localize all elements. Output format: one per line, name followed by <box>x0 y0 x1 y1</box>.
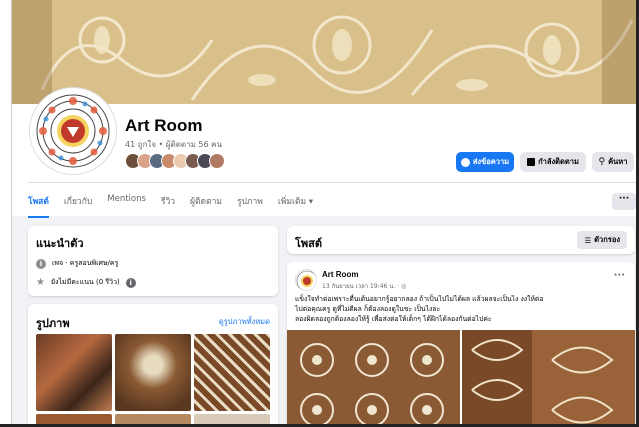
follower-avatars[interactable] <box>125 153 225 171</box>
tab-photos[interactable]: รูปภาพ <box>237 192 263 218</box>
mandala-logo-icon <box>34 92 112 170</box>
page-avatar[interactable] <box>30 88 116 174</box>
photo-thumbnail[interactable] <box>36 334 112 411</box>
tab-mentions[interactable]: Mentions <box>107 192 146 218</box>
post-image[interactable] <box>287 330 460 427</box>
post-image[interactable] <box>462 330 635 427</box>
see-all-photos-link[interactable]: ดูรูปภาพทั้งหมด <box>219 316 270 328</box>
info-icon[interactable]: i <box>125 277 136 288</box>
info-icon: i <box>36 258 46 269</box>
search-button-label: ค้นหา <box>608 157 628 166</box>
post-text-line: ลองผิดลองถูกต้องลองให้รู้ เพื่อส่งต่อให้… <box>295 315 492 323</box>
window-frame-left <box>0 0 12 427</box>
header-divider <box>28 182 636 183</box>
filter-button[interactable]: ☰ ตัวกรอง <box>577 231 627 249</box>
intro-category-row: i เพจ · ครูสอนพิเศษ/ครู <box>36 258 118 269</box>
tab-reviews[interactable]: รีวิว <box>161 192 175 218</box>
search-icon: ⚲ <box>598 157 606 167</box>
page-stats[interactable]: 41 ถูกใจ • ผู้ติดตาม 56 คน <box>125 138 222 151</box>
intro-reviews[interactable]: ยังไม่มีคะแนน (0 รีวิว) <box>51 277 120 288</box>
message-button-label: ส่งข้อความ <box>472 157 510 166</box>
post-author-name[interactable]: Art Room <box>322 270 358 279</box>
following-button[interactable]: กำลังติดตาม <box>520 152 586 172</box>
intro-title: แนะนำตัว <box>36 238 84 250</box>
batik-pattern <box>287 330 457 427</box>
mandala-logo-icon <box>296 270 316 290</box>
photo-thumbnail[interactable] <box>194 334 270 411</box>
intro-category: เพจ · ครูสอนพิเศษ/ครู <box>52 259 119 267</box>
cover-batik-pattern <box>12 0 639 104</box>
cover-photo[interactable] <box>12 0 639 104</box>
post-options-button[interactable]: ··· <box>614 270 625 281</box>
messenger-icon <box>460 157 470 167</box>
more-options-button[interactable]: ··· <box>612 193 636 210</box>
search-button[interactable]: ⚲ ค้นหา <box>592 152 634 172</box>
tab-about[interactable]: เกี่ยวกับ <box>64 192 92 218</box>
post-text-line: แข็งใจทำต่อเพราะตื่นเต้นอยากรู้อยากลอง ถ… <box>295 295 544 303</box>
posts-title: โพสต์ <box>295 238 323 250</box>
photo-thumbnail[interactable] <box>115 334 191 411</box>
following-button-label: กำลังติดตาม <box>538 157 579 166</box>
follower-avatar[interactable] <box>209 153 225 169</box>
tab-more[interactable]: เพิ่มเติม ▾ <box>278 192 313 218</box>
tab-posts[interactable]: โพสต์ <box>28 192 49 218</box>
page-title: Art Room <box>125 116 203 135</box>
star-icon: ★ <box>36 277 45 288</box>
intro-reviews-row: ★ ยังไม่มีคะแนน (0 รีวิว) i <box>36 277 136 288</box>
photo-grid <box>36 334 270 427</box>
post-author-avatar[interactable] <box>295 269 317 291</box>
post-timestamp[interactable]: 13 กันยายน เวลา 19:46 น. · ◎ <box>322 281 406 291</box>
tab-followers[interactable]: ผู้ติดตาม <box>190 192 222 218</box>
profile-tabs: โพสต์ เกี่ยวกับ Mentions รีวิว ผู้ติดตาม… <box>28 192 328 218</box>
following-icon <box>527 158 536 166</box>
post-text-line: ไปต่อคุณครู ดูที่ไม่ดีผล ก็ต้องลองดูในขะ… <box>295 305 441 313</box>
post-card: Art Room 13 กันยายน เวลา 19:46 น. · ◎ ··… <box>287 262 635 427</box>
batik-pattern <box>462 330 635 427</box>
photos-card: รูปภาพ ดูรูปภาพทั้งหมด <box>28 304 278 427</box>
post-image-gallery <box>287 330 635 427</box>
posts-header-card: โพสต์ ☰ ตัวกรอง <box>287 226 635 254</box>
intro-card: แนะนำตัว i เพจ · ครูสอนพิเศษ/ครู ★ ยังไม… <box>28 226 278 296</box>
filter-icon: ☰ <box>584 235 592 245</box>
post-text: แข็งใจทำต่อเพราะตื่นเต้นอยากรู้อยากลอง ถ… <box>295 294 627 324</box>
filter-label: ตัวกรอง <box>594 235 620 244</box>
photos-title: รูปภาพ <box>36 318 70 330</box>
message-button[interactable]: ส่งข้อความ <box>456 152 514 172</box>
